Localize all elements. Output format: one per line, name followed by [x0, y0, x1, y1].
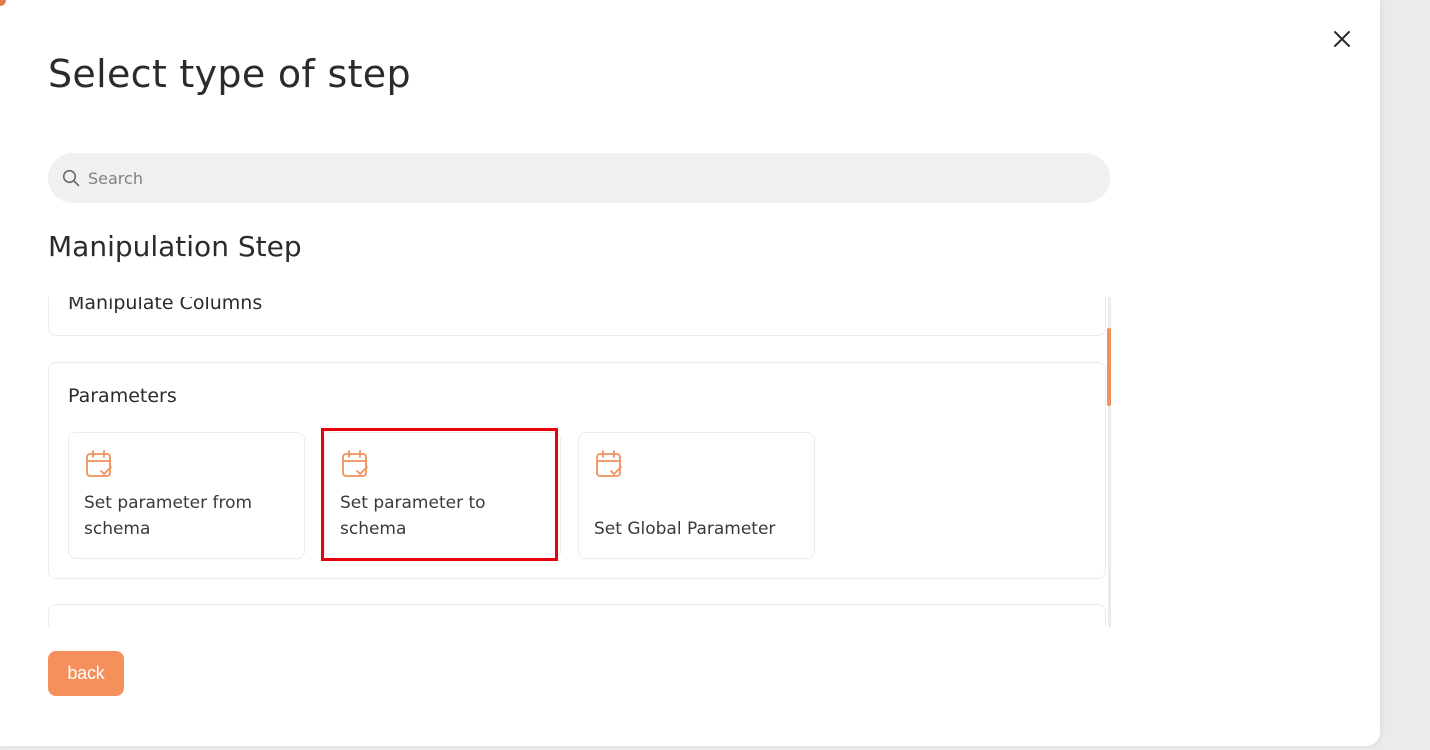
calendar-check-icon — [342, 450, 368, 477]
search-input[interactable] — [88, 153, 1088, 203]
step-group-parameters: Parameters Set parameter from schema Set… — [48, 362, 1106, 579]
search-icon — [62, 169, 80, 187]
step-card-set-parameter-to-schema[interactable]: Set parameter to schema — [324, 432, 561, 559]
step-type-modal: Select type of step Manipulation Step Ma… — [0, 0, 1380, 746]
calendar-check-icon — [596, 450, 622, 477]
step-group-manipulate-columns: Manipulate Columns — [48, 297, 1106, 336]
step-list-scroll-area[interactable]: Manipulate Columns Parameters Set parame… — [48, 297, 1112, 627]
group-title: Parameters — [68, 385, 177, 407]
step-card-set-global-parameter[interactable]: Set Global Parameter — [578, 432, 815, 559]
step-card-label: Set parameter to schema — [340, 493, 486, 539]
modal-title: Select type of step — [48, 52, 411, 96]
calendar-check-icon — [86, 450, 112, 477]
section-title: Manipulation Step — [48, 230, 302, 263]
back-button[interactable]: back — [48, 651, 124, 696]
step-card-label: Set Global Parameter — [594, 519, 776, 539]
step-card-set-parameter-from-schema[interactable]: Set parameter from schema — [68, 432, 305, 559]
close-icon — [1334, 31, 1350, 47]
close-button[interactable] — [1329, 26, 1355, 52]
step-card-label: Set parameter from schema — [84, 493, 253, 539]
step-group-next — [48, 604, 1106, 627]
corner-accent — [0, 0, 6, 6]
search-bar — [48, 153, 1110, 203]
group-title: Manipulate Columns — [68, 297, 263, 314]
scrollbar-thumb[interactable] — [1107, 328, 1111, 406]
